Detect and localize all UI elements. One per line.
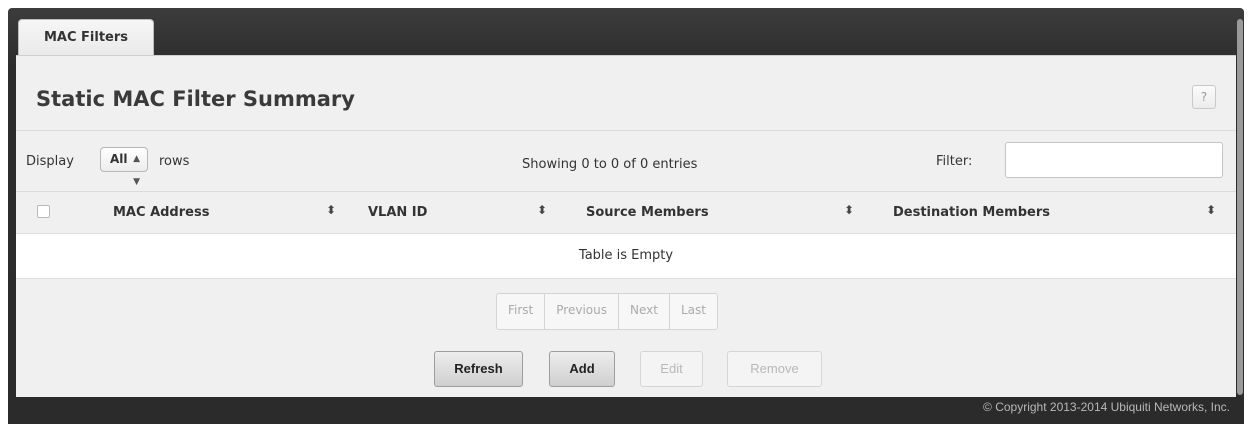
tab-mac-filters[interactable]: MAC Filters (18, 19, 154, 55)
pagination: First Previous Next Last (496, 293, 718, 330)
rows-per-page-value: All (110, 152, 128, 166)
table-header: MAC Address ⬍ VLAN ID ⬍ Source Members ⬍… (16, 192, 1236, 233)
sort-source-members-icon[interactable]: ⬍ (844, 203, 854, 217)
rows-label: rows (159, 154, 190, 169)
display-label: Display (26, 154, 74, 169)
page-title: Static MAC Filter Summary (36, 87, 355, 111)
column-destination-members[interactable]: Destination Members (893, 205, 1050, 220)
last-page-button[interactable]: Last (670, 294, 717, 329)
sort-mac-address-icon[interactable]: ⬍ (326, 203, 336, 217)
help-button[interactable]: ? (1192, 85, 1216, 109)
add-button[interactable]: Add (549, 351, 615, 387)
filter-label: Filter: (936, 154, 973, 169)
next-page-button[interactable]: Next (619, 294, 670, 329)
previous-page-button[interactable]: Previous (545, 294, 619, 329)
column-vlan-id[interactable]: VLAN ID (368, 205, 427, 220)
refresh-button[interactable]: Refresh (434, 351, 523, 387)
table-empty-message: Table is Empty (16, 233, 1236, 279)
column-mac-address[interactable]: MAC Address (113, 205, 209, 220)
first-page-button[interactable]: First (497, 294, 546, 329)
filter-input[interactable] (1005, 142, 1223, 178)
column-source-members[interactable]: Source Members (586, 205, 709, 220)
vertical-scrollbar[interactable] (1237, 19, 1243, 395)
select-all-checkbox[interactable] (37, 205, 50, 218)
sort-destination-members-icon[interactable]: ⬍ (1206, 203, 1216, 217)
edit-button[interactable]: Edit (640, 351, 703, 387)
sort-vlan-id-icon[interactable]: ⬍ (537, 203, 547, 217)
rows-per-page-select[interactable]: All ▲ ▼ (100, 147, 148, 187)
remove-button[interactable]: Remove (727, 351, 822, 387)
entries-info: Showing 0 to 0 of 0 entries (522, 157, 698, 172)
app-window: MAC Filters Static MAC Filter Summary ? … (8, 8, 1244, 424)
main-panel: Static MAC Filter Summary ? Display All … (16, 55, 1236, 397)
title-divider (16, 130, 1236, 131)
copyright-text: © Copyright 2013-2014 Ubiquiti Networks,… (983, 400, 1230, 414)
select-arrows-icon: ▲ ▼ (133, 154, 140, 187)
